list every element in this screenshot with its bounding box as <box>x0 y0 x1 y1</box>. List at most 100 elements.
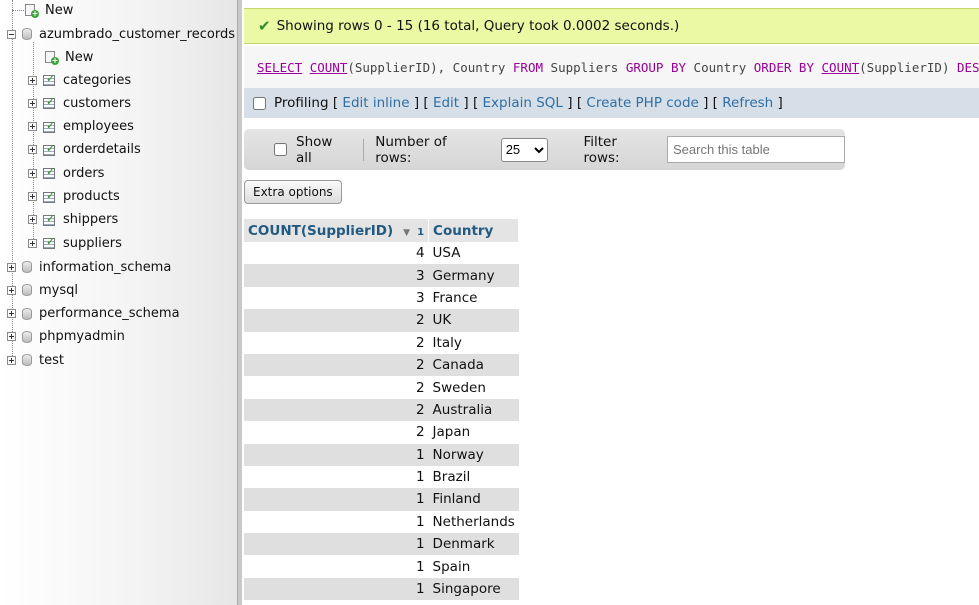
table-row[interactable]: 1 Singapore <box>244 577 519 601</box>
cell-country[interactable]: Spain <box>428 555 519 578</box>
nav-database-test[interactable]: test <box>7 350 64 370</box>
success-text: Showing rows 0 - 15 (16 total, Query too… <box>276 18 680 34</box>
column-header-country[interactable]: Country <box>428 219 520 242</box>
expand-icon[interactable] <box>28 75 37 85</box>
nav-table-suppliers[interactable]: ✓ suppliers <box>28 233 122 253</box>
expand-icon[interactable] <box>7 355 16 365</box>
table-row[interactable]: 2 Sweden <box>244 376 519 399</box>
nav-table-orderdetails[interactable]: ✓ orderdetails <box>28 140 141 160</box>
nav-table-products[interactable]: ✓ products <box>28 187 120 207</box>
cell-count[interactable]: 1 <box>244 577 429 601</box>
cell-count[interactable]: 1 <box>244 555 429 578</box>
nav-resize-handle[interactable] <box>237 0 242 605</box>
edit-link[interactable]: Edit <box>433 95 459 111</box>
nav-database-performance_schema[interactable]: performance_schema <box>7 304 180 324</box>
table-row[interactable]: 3 Germany <box>244 264 519 287</box>
cell-country[interactable]: Germany <box>428 264 519 287</box>
nav-new-server[interactable]: + New <box>12 0 73 20</box>
nav-table-customers[interactable]: ✓ customers <box>28 93 131 113</box>
cell-country[interactable]: Sweden <box>428 376 519 399</box>
cell-count[interactable]: 1 <box>244 510 429 534</box>
create-php-code-link[interactable]: Create PHP code <box>586 95 698 111</box>
expand-icon[interactable] <box>28 238 37 248</box>
nav-table-orders[interactable]: ✓ orders <box>28 163 104 183</box>
cell-count[interactable]: 2 <box>244 398 429 422</box>
cell-count[interactable]: 3 <box>244 264 429 287</box>
refresh-link[interactable]: Refresh <box>722 95 773 111</box>
edit-inline-link[interactable]: Edit inline <box>342 95 409 111</box>
cell-count[interactable]: 1 <box>244 465 429 489</box>
table-row[interactable]: 2 Japan <box>244 421 519 444</box>
table-row[interactable]: 1 Brazil <box>244 465 519 489</box>
nav-table-shippers[interactable]: ✓ shippers <box>28 210 118 230</box>
expand-icon[interactable] <box>28 215 37 225</box>
table-row[interactable]: 1 Spain <box>244 555 519 578</box>
nav-database-main[interactable]: azumbrado_customer_records <box>7 24 235 44</box>
table-header-row: COUNT(SupplierID) ▼ 1 Country <box>244 219 520 242</box>
sql-text: Country <box>686 59 754 75</box>
table-row[interactable]: 1 Netherlands <box>244 510 519 534</box>
sql-query-box[interactable]: SELECT COUNT(SupplierID), Country FROM S… <box>244 46 979 88</box>
expand-icon[interactable] <box>7 332 16 342</box>
sql-keyword: FROM <box>512 59 544 75</box>
cell-country[interactable]: Australia <box>428 398 519 422</box>
cell-country[interactable]: Denmark <box>428 533 519 556</box>
expand-icon[interactable] <box>28 192 37 201</box>
cell-country[interactable]: Italy <box>428 331 519 354</box>
filter-rows-input[interactable] <box>667 136 845 163</box>
table-row[interactable]: 1 Finland <box>244 488 519 511</box>
expand-icon[interactable] <box>28 168 37 178</box>
table-row[interactable]: 1 Denmark <box>244 533 519 556</box>
cell-count[interactable]: 1 <box>244 443 429 466</box>
extra-options-button[interactable]: Extra options <box>244 180 342 204</box>
cell-count[interactable]: 1 <box>244 533 429 556</box>
cell-count[interactable]: 2 <box>244 309 429 332</box>
table-row[interactable]: 2 Canada <box>244 353 519 377</box>
collapse-icon[interactable] <box>7 29 16 39</box>
cell-count[interactable]: 4 <box>244 242 429 265</box>
cell-count[interactable]: 2 <box>244 331 429 354</box>
cell-country[interactable]: Finland <box>428 488 519 511</box>
table-row[interactable]: 1 Norway <box>244 443 519 466</box>
cell-country[interactable]: USA <box>428 242 519 265</box>
nav-database-mysql[interactable]: mysql <box>7 280 78 300</box>
nav-database-information_schema[interactable]: information_schema <box>7 257 171 277</box>
expand-icon[interactable] <box>28 122 37 132</box>
sql-text: (SupplierID), Country <box>347 59 513 75</box>
table-row[interactable]: 2 UK <box>244 309 519 332</box>
expand-icon[interactable] <box>7 285 16 295</box>
table-row[interactable]: 2 Italy <box>244 331 519 354</box>
table-row[interactable]: 2 Australia <box>244 398 519 422</box>
cell-count[interactable]: 2 <box>244 421 429 444</box>
expand-icon[interactable] <box>28 145 37 155</box>
number-of-rows-label: Number of rows: <box>375 133 447 166</box>
cell-count[interactable]: 1 <box>244 488 429 511</box>
results-navigation-bar: Show all Number of rows: 25 Filter rows: <box>244 129 845 170</box>
nav-table-employees[interactable]: ✓ employees <box>28 117 134 137</box>
cell-country[interactable]: Netherlands <box>428 510 519 534</box>
number-of-rows-select[interactable]: 25 <box>500 137 549 162</box>
expand-icon[interactable] <box>7 262 16 272</box>
profiling-checkbox[interactable] <box>253 96 266 110</box>
explain-sql-link[interactable]: Explain SQL <box>483 95 563 111</box>
cell-country[interactable]: Singapore <box>428 577 519 601</box>
cell-count[interactable]: 2 <box>244 376 429 399</box>
cell-country[interactable]: Canada <box>428 353 519 377</box>
cell-country[interactable]: France <box>428 286 519 310</box>
expand-icon[interactable] <box>28 98 37 108</box>
nav-database-phpmyadmin[interactable]: phpmyadmin <box>7 327 125 347</box>
sql-function: COUNT <box>309 59 348 75</box>
nav-db-new[interactable]: + New <box>33 47 93 67</box>
show-all-checkbox[interactable] <box>274 143 287 156</box>
cell-country[interactable]: UK <box>428 309 519 332</box>
table-row[interactable]: 3 France <box>244 286 519 310</box>
cell-count[interactable]: 2 <box>244 353 429 377</box>
cell-country[interactable]: Japan <box>428 421 519 444</box>
expand-icon[interactable] <box>7 309 16 319</box>
cell-country[interactable]: Norway <box>428 443 519 466</box>
column-header-count[interactable]: COUNT(SupplierID) ▼ 1 <box>244 219 430 242</box>
cell-count[interactable]: 3 <box>244 286 429 310</box>
cell-country[interactable]: Brazil <box>428 465 519 489</box>
table-row[interactable]: 4 USA <box>244 242 519 265</box>
nav-table-categories[interactable]: ✓ categories <box>28 70 131 90</box>
